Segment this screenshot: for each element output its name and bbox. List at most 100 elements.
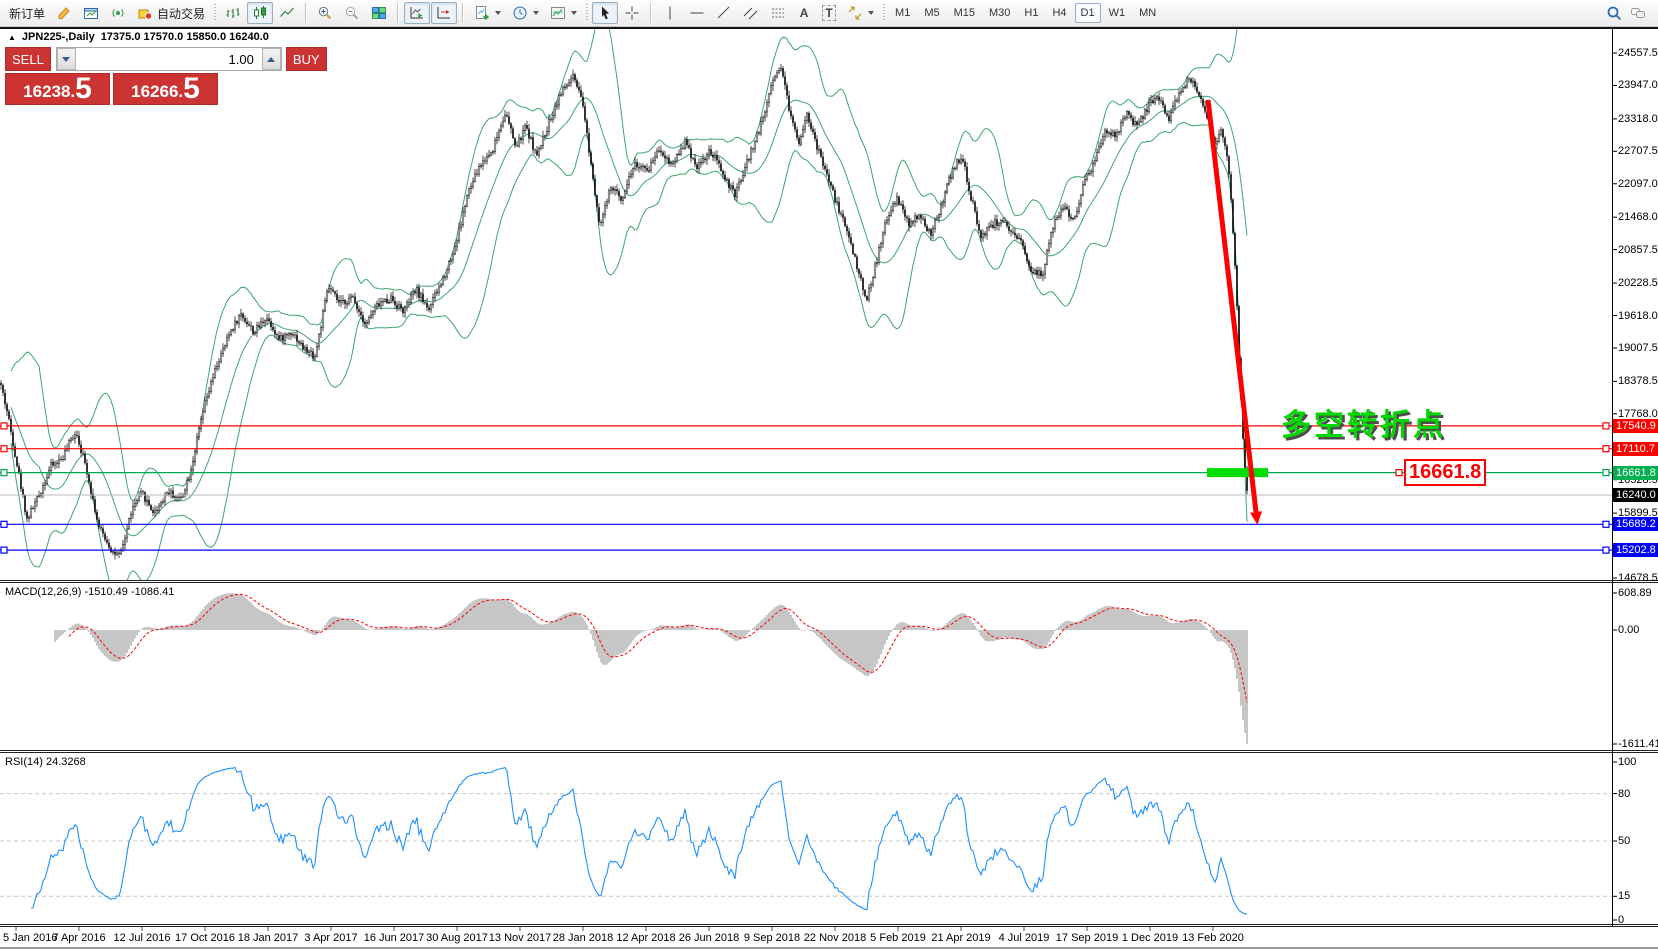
price-axis-badge: 15202.8	[1613, 543, 1658, 557]
volume-input[interactable]	[76, 48, 262, 70]
line-chart-button[interactable]	[274, 2, 300, 24]
sell-button[interactable]: SELL	[5, 47, 51, 71]
line-handle[interactable]	[1, 446, 7, 452]
trendline-button[interactable]	[711, 2, 737, 24]
chart-window-icon	[83, 5, 99, 21]
auto-trading-button[interactable]: 自动交易	[132, 2, 210, 24]
timeframe-button-m5[interactable]: M5	[918, 3, 945, 23]
date-axis-label: 12 Jul 2016	[114, 932, 171, 944]
crosshair-button[interactable]	[619, 2, 645, 24]
timeframe-button-h1[interactable]: H1	[1018, 3, 1044, 23]
text-tool-button[interactable]: A	[792, 2, 816, 24]
date-axis-label: 12 Apr 2018	[616, 932, 675, 944]
line-handle[interactable]	[1603, 521, 1609, 527]
price-axis-tick: 20228.5	[1618, 277, 1658, 289]
timeframe-button-w1[interactable]: W1	[1103, 3, 1132, 23]
volume-decrease-button[interactable]	[57, 48, 76, 70]
search-icon[interactable]	[1606, 5, 1622, 21]
rsi-axis-tick: 50	[1618, 835, 1630, 847]
line-handle[interactable]	[1, 470, 7, 476]
chart-shift-icon	[436, 5, 452, 21]
date-axis-label: 5 Feb 2019	[870, 932, 926, 944]
buy-price[interactable]: 16266.5	[113, 73, 218, 105]
macd-axis-tick: 608.89	[1618, 587, 1652, 599]
toolbar-separator	[650, 3, 652, 23]
collapse-triangle-icon[interactable]: ▲	[8, 33, 16, 42]
chat-icon[interactable]	[1630, 5, 1646, 21]
trade-panel-prices: 16238.5 16266.5	[5, 73, 218, 105]
zoom-in-icon	[317, 5, 333, 21]
timeframe-button-mn[interactable]: MN	[1133, 3, 1162, 23]
tile-windows-button[interactable]	[366, 2, 392, 24]
sell-price[interactable]: 16238.5	[5, 73, 110, 105]
zoom-out-button[interactable]	[339, 2, 365, 24]
chevron-down-icon	[533, 11, 539, 15]
crosshair-icon	[624, 5, 640, 21]
fibonacci-button[interactable]	[765, 2, 791, 24]
periods-button[interactable]	[507, 2, 544, 24]
chart-shift-button[interactable]	[431, 2, 457, 24]
rsi-indicator-label: RSI(14) 24.3268	[5, 756, 86, 768]
timeframe-button-d1[interactable]: D1	[1075, 3, 1101, 23]
price-level-label[interactable]: 16661.8	[1404, 459, 1486, 486]
auto-scroll-button[interactable]	[404, 2, 430, 24]
line-handle[interactable]	[1603, 446, 1609, 452]
candlestick-chart-button[interactable]	[247, 2, 273, 24]
toolbar-separator	[397, 3, 399, 23]
vertical-line-button[interactable]	[657, 2, 683, 24]
price-axis-badge: 16240.0	[1613, 488, 1658, 502]
buy-button[interactable]: BUY	[286, 47, 327, 71]
tile-windows-icon	[371, 5, 387, 21]
vertical-line-icon	[662, 5, 678, 21]
templates-button[interactable]	[545, 2, 582, 24]
macd-axis-tick: -1611.41	[1618, 738, 1658, 750]
mt4-terminal: { "toolbar": { "new_order_label": "新订单",…	[0, 0, 1658, 949]
rsi-axis-tick: 0	[1618, 914, 1624, 926]
volume-increase-button[interactable]	[262, 48, 281, 70]
line-handle[interactable]	[1, 547, 7, 553]
date-axis-label: 17 Sep 2019	[1056, 932, 1118, 944]
indicators-button[interactable]	[469, 2, 506, 24]
line-handle[interactable]	[1603, 547, 1609, 553]
zoom-out-icon	[344, 5, 360, 21]
fibonacci-icon	[770, 5, 786, 21]
cursor-button[interactable]	[592, 2, 618, 24]
timeframe-button-m15[interactable]: M15	[948, 3, 981, 23]
line-handle[interactable]	[1603, 470, 1609, 476]
new-order-button[interactable]: 新订单	[4, 2, 50, 24]
broadcast-icon	[110, 5, 126, 21]
equidistant-channel-button[interactable]	[738, 2, 764, 24]
bar-chart-icon	[225, 5, 241, 21]
highlight-bar[interactable]	[1207, 468, 1268, 477]
highlighter-icon	[56, 5, 72, 21]
triangle-down-icon	[62, 57, 70, 62]
news-button[interactable]	[105, 2, 131, 24]
turning-point-annotation[interactable]: 多空转折点	[1281, 400, 1446, 444]
timeframe-button-m30[interactable]: M30	[983, 3, 1016, 23]
text-label-button[interactable]: T	[817, 2, 841, 24]
date-axis-label: 30 Aug 2017	[426, 932, 488, 944]
timeframe-button-m1[interactable]: M1	[889, 3, 916, 23]
line-handle[interactable]	[1, 521, 7, 527]
market-watch-button[interactable]	[78, 2, 104, 24]
macd-axis-tick: 0.00	[1618, 624, 1639, 636]
date-axis-label: 21 Apr 2019	[931, 932, 990, 944]
highlighter-button[interactable]	[51, 2, 77, 24]
horizontal-line-button[interactable]	[684, 2, 710, 24]
date-axis-label: 22 Nov 2018	[804, 932, 866, 944]
candlestick-chart-icon	[252, 5, 268, 21]
price-axis-tick: 18378.5	[1618, 375, 1658, 387]
clock-icon	[512, 5, 528, 21]
arrows-tool-button[interactable]	[842, 2, 879, 24]
timeframe-button-h4[interactable]: H4	[1046, 3, 1072, 23]
chart-title: ▲ JPN225-,Daily 17375.0 17570.0 15850.0 …	[8, 31, 269, 43]
triangle-up-icon	[267, 57, 275, 62]
channel-icon	[743, 5, 759, 21]
zoom-in-button[interactable]	[312, 2, 338, 24]
line-handle[interactable]	[1, 423, 7, 429]
bar-chart-button[interactable]	[220, 2, 246, 24]
rsi-axis-tick: 100	[1618, 756, 1636, 768]
date-axis-label: 9 Sep 2018	[744, 932, 800, 944]
line-handle[interactable]	[1603, 423, 1609, 429]
chevron-down-icon	[495, 11, 501, 15]
